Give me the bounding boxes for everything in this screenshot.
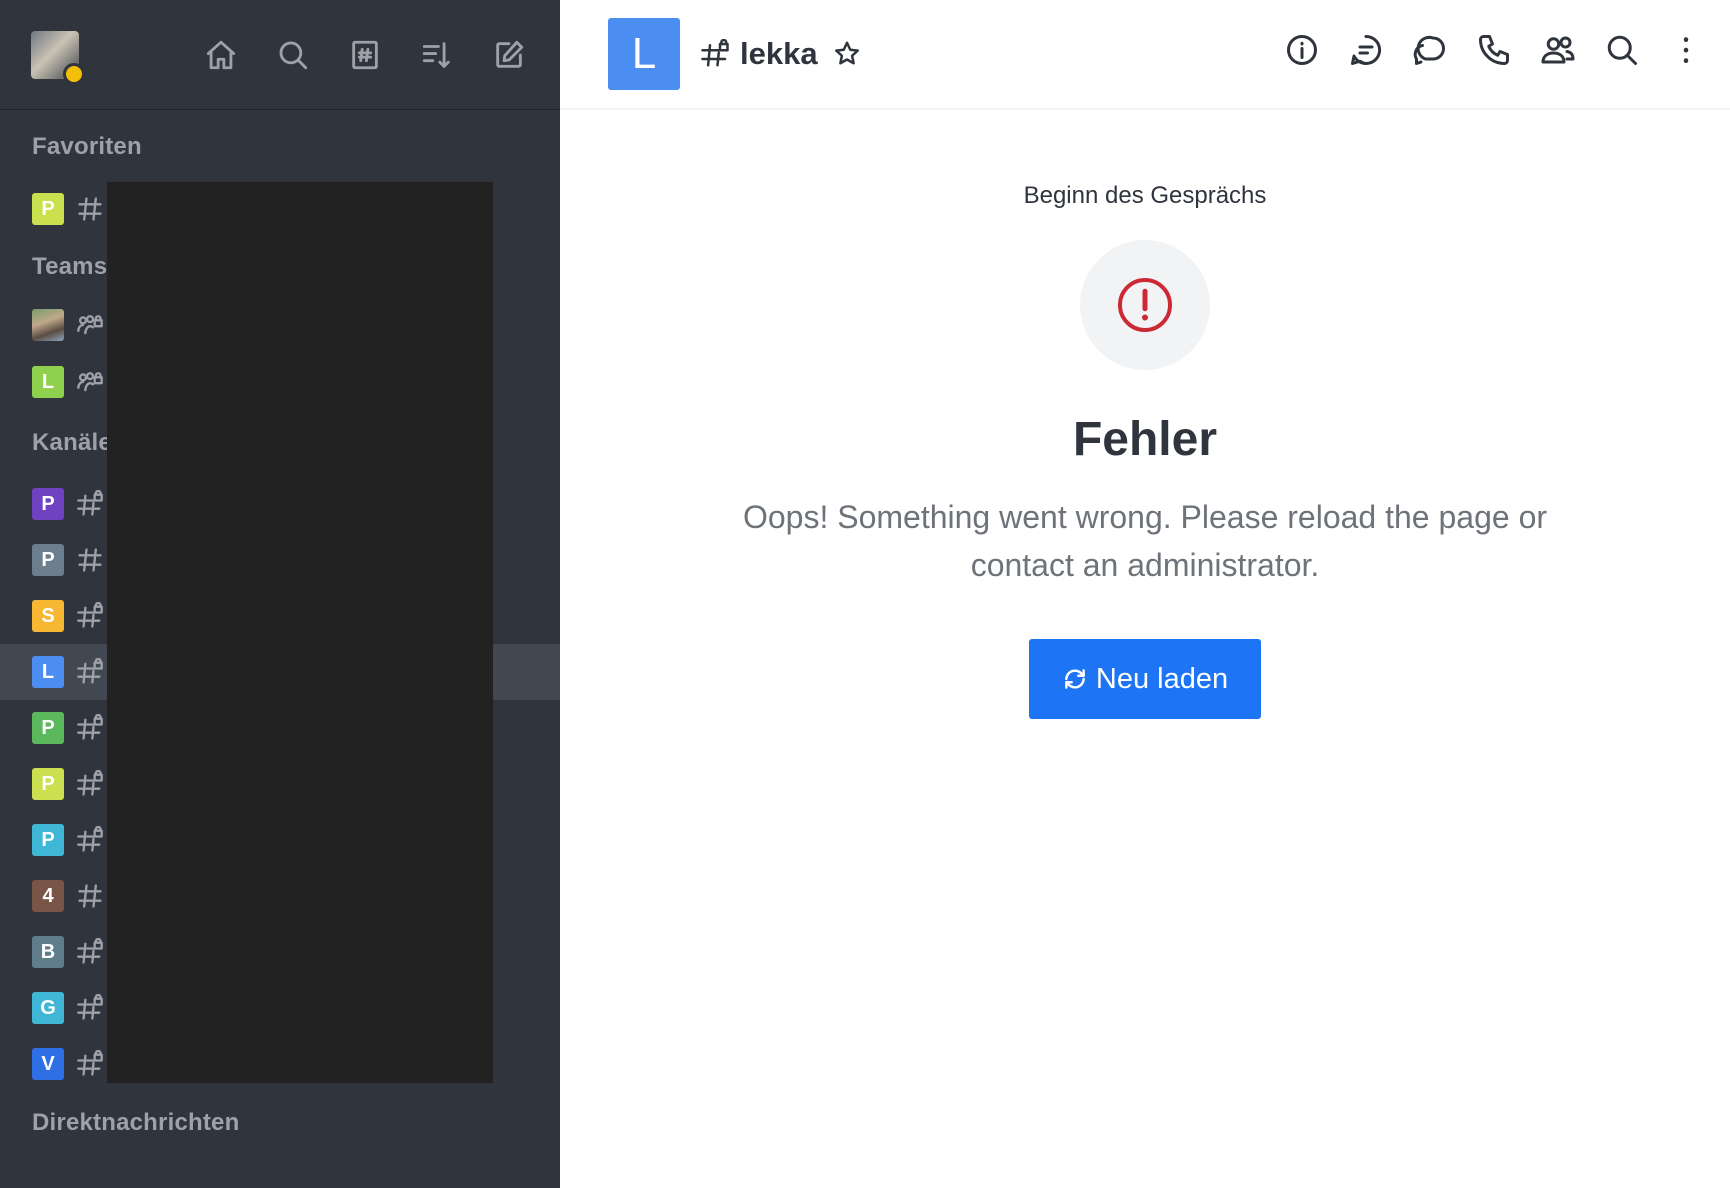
room-name: lekka <box>740 36 818 71</box>
reload-button[interactable]: Neu laden <box>1029 639 1261 719</box>
error-icon <box>1118 278 1172 332</box>
hashtag-icon <box>76 195 104 223</box>
hashtag-icon <box>76 882 104 910</box>
hashtag-lock-icon <box>76 825 104 854</box>
hashtag-lock-icon <box>76 993 104 1022</box>
main-panel: L lekka Beginn des Gesprächs Fehler Oops… <box>560 0 1730 1188</box>
room-avatar: P <box>32 488 64 520</box>
user-avatar[interactable] <box>31 30 85 85</box>
error-title: Fehler <box>1072 413 1218 466</box>
room-avatar[interactable]: L <box>608 18 680 90</box>
hashtag-lock-icon <box>76 601 104 630</box>
search-messages-icon[interactable] <box>1590 24 1654 76</box>
room-avatar: P <box>32 824 64 856</box>
reload-button-label: Neu laden <box>1095 662 1229 695</box>
message-area: Beginn des Gesprächs Fehler Oops! Someth… <box>560 110 1730 719</box>
conversation-start-label: Beginn des Gesprächs <box>1023 182 1267 209</box>
hashtag-lock-icon <box>76 489 104 518</box>
section-title-favorites: Favoriten <box>32 133 142 160</box>
section-title-channels: Kanäle <box>32 429 112 456</box>
members-icon[interactable] <box>1526 24 1590 76</box>
redacted-area <box>107 182 493 1083</box>
discussion-icon[interactable] <box>1398 24 1462 76</box>
section-title-teams: Teams <box>32 253 108 280</box>
phone-icon[interactable] <box>1462 24 1526 76</box>
room-avatar: S <box>32 600 64 632</box>
room-avatar: V <box>32 1048 64 1080</box>
hashtag-lock-icon <box>76 657 104 686</box>
search-icon[interactable] <box>257 27 329 83</box>
team-lock-icon <box>76 311 104 339</box>
room-avatar: P <box>32 768 64 800</box>
directory-icon[interactable] <box>329 27 401 83</box>
room-avatar: P <box>32 193 64 225</box>
room-header: L lekka <box>560 0 1730 110</box>
star-icon[interactable] <box>832 39 862 69</box>
kebab-menu-icon[interactable] <box>1654 24 1718 76</box>
team-avatar <box>32 309 64 341</box>
room-avatar: P <box>32 712 64 744</box>
sort-icon[interactable] <box>401 27 473 83</box>
away-status-icon <box>63 62 85 85</box>
room-avatar: B <box>32 936 64 968</box>
team-lock-icon <box>76 368 104 396</box>
hashtag-lock-icon <box>76 1049 104 1078</box>
room-avatar: L <box>32 366 64 398</box>
error-icon-container <box>1080 240 1210 370</box>
room-avatar: 4 <box>32 880 64 912</box>
sidebar: Favoriten P Teams L Kanäle PPSLPPP4BGV D… <box>0 0 560 1188</box>
threads-icon[interactable] <box>1334 24 1398 76</box>
info-icon[interactable] <box>1270 24 1334 76</box>
section-title-direct-messages: Direktnachrichten <box>32 1109 240 1136</box>
error-message: Oops! Something went wrong. Please reloa… <box>742 499 1548 583</box>
home-icon[interactable] <box>185 27 257 83</box>
hashtag-lock-icon <box>76 937 104 966</box>
sidebar-header <box>0 0 560 110</box>
hashtag-icon <box>76 546 104 574</box>
room-avatar: G <box>32 992 64 1024</box>
refresh-icon <box>1065 669 1085 689</box>
hashtag-lock-icon <box>76 713 104 742</box>
room-avatar: L <box>32 656 64 688</box>
hashtag-lock-icon <box>76 769 104 798</box>
create-new-icon[interactable] <box>473 27 545 83</box>
room-avatar: P <box>32 544 64 576</box>
hashtag-lock-icon <box>700 38 730 69</box>
